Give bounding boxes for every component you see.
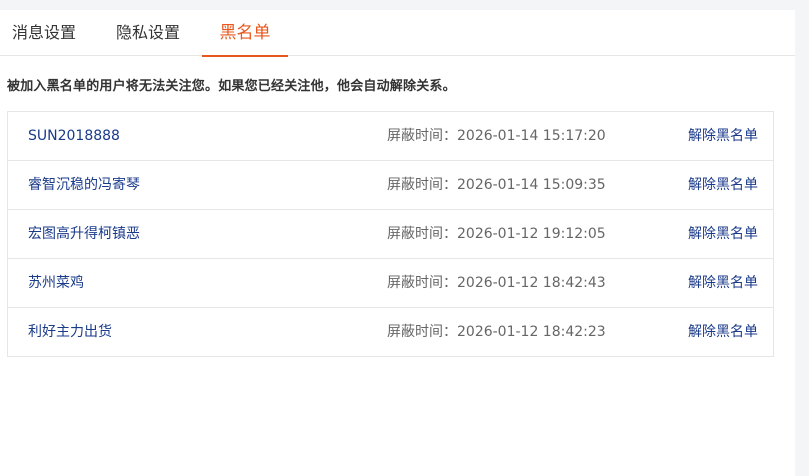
tab-blacklist-label: 黑名单 bbox=[219, 23, 271, 43]
blocked-user-name[interactable]: 利好主力出货 bbox=[28, 308, 112, 356]
settings-tabs: 消息设置 隐私设置 黑名单 bbox=[0, 10, 795, 57]
blacklist-list: SUN2018888 屏蔽时间： 2026-01-14 15:17:20 解除黑… bbox=[7, 111, 774, 357]
block-time-label: 屏蔽时间： bbox=[387, 128, 457, 144]
block-time-value: 2026-01-12 19:12:05 bbox=[457, 226, 606, 242]
list-item: 苏州菜鸡 屏蔽时间： 2026-01-12 18:42:43 解除黑名单 bbox=[8, 259, 773, 308]
block-time-value: 2026-01-12 18:42:23 bbox=[457, 324, 606, 340]
list-item: 利好主力出货 屏蔽时间： 2026-01-12 18:42:23 解除黑名单 bbox=[8, 308, 773, 356]
list-item: 宏图高升得柯镇恶 屏蔽时间： 2026-01-12 19:12:05 解除黑名单 bbox=[8, 210, 773, 259]
blocked-user-name[interactable]: 睿智沉稳的冯寄琴 bbox=[28, 161, 140, 209]
unblock-button[interactable]: 解除黑名单 bbox=[688, 308, 758, 356]
blocked-user-name[interactable]: 宏图高升得柯镇恶 bbox=[28, 210, 140, 258]
list-item: 睿智沉稳的冯寄琴 屏蔽时间： 2026-01-14 15:09:35 解除黑名单 bbox=[8, 161, 773, 210]
unblock-button[interactable]: 解除黑名单 bbox=[688, 259, 758, 307]
top-strip bbox=[0, 0, 809, 10]
blacklist-notice: 被加入黑名单的用户将无法关注您。如果您已经关注他，他会自动解除关系。 bbox=[7, 79, 456, 94]
tab-blacklist[interactable]: 黑名单 bbox=[202, 10, 288, 57]
block-time-label: 屏蔽时间： bbox=[387, 226, 457, 242]
unblock-button[interactable]: 解除黑名单 bbox=[688, 161, 758, 209]
tab-message-settings[interactable]: 消息设置 bbox=[12, 10, 76, 56]
unblock-button[interactable]: 解除黑名单 bbox=[688, 210, 758, 258]
block-time-value: 2026-01-14 15:17:20 bbox=[457, 128, 606, 144]
block-time-label: 屏蔽时间： bbox=[387, 275, 457, 291]
active-tab-underline bbox=[202, 55, 288, 57]
block-time-label: 屏蔽时间： bbox=[387, 324, 457, 340]
block-time-value: 2026-01-14 15:09:35 bbox=[457, 177, 606, 193]
block-time-label: 屏蔽时间： bbox=[387, 177, 457, 193]
list-item: SUN2018888 屏蔽时间： 2026-01-14 15:17:20 解除黑… bbox=[8, 112, 773, 161]
tab-privacy-settings[interactable]: 隐私设置 bbox=[116, 10, 180, 56]
right-edge bbox=[795, 10, 809, 476]
unblock-button[interactable]: 解除黑名单 bbox=[688, 112, 758, 160]
block-time-value: 2026-01-12 18:42:43 bbox=[457, 275, 606, 291]
blocked-user-name[interactable]: SUN2018888 bbox=[28, 112, 120, 160]
blocked-user-name[interactable]: 苏州菜鸡 bbox=[28, 259, 84, 307]
